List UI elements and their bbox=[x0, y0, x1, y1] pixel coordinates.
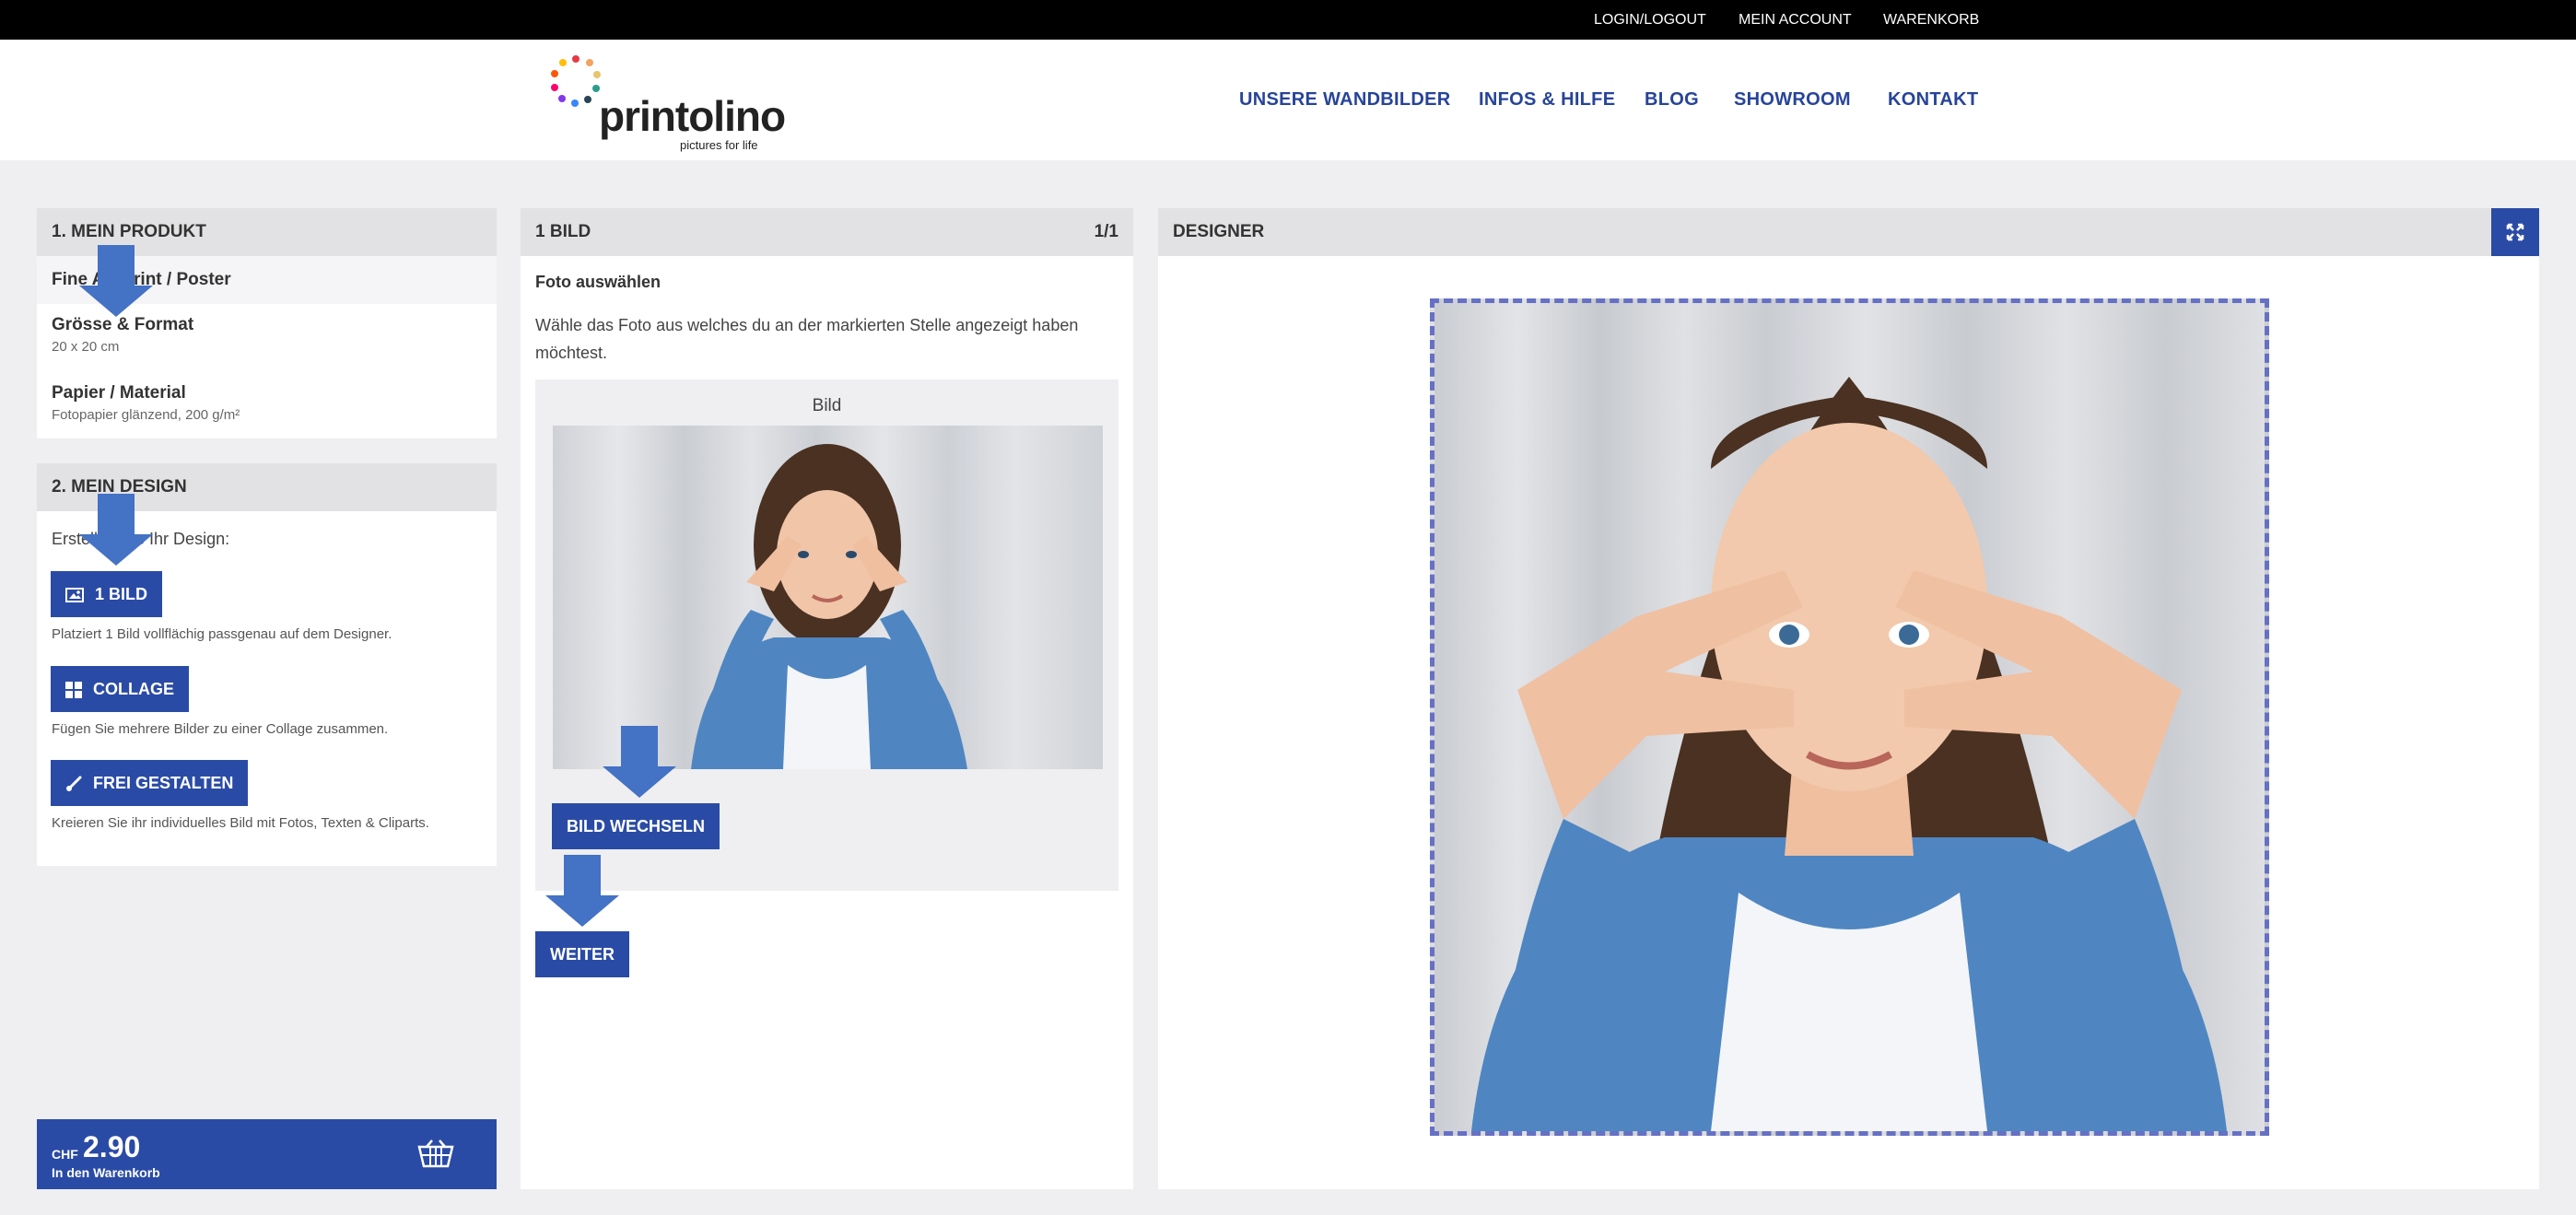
nav-item-kontakt[interactable]: KONTAKT bbox=[1888, 89, 1978, 111]
free-design-desc: Kreieren Sie ihr individuelles Bild mit … bbox=[52, 815, 429, 831]
single-image-label: 1 BILD bbox=[95, 585, 148, 603]
my-account-link[interactable]: MEIN ACCOUNT bbox=[1739, 0, 1852, 40]
free-design-label: FREI GESTALTEN bbox=[93, 774, 234, 792]
brush-icon bbox=[66, 776, 82, 792]
nav-item-showroom[interactable]: SHOWROOM bbox=[1734, 89, 1851, 111]
material-value: Fotopapier glänzend, 200 g/m² bbox=[52, 407, 240, 423]
selected-photo-thumbnail[interactable] bbox=[553, 426, 1103, 769]
image-panel: Foto auswählen Wähle das Foto aus welche… bbox=[521, 256, 1133, 1189]
expand-icon bbox=[2506, 223, 2524, 241]
designer-panel-heading: DESIGNER bbox=[1158, 208, 2539, 256]
annotation-arrow-change-image bbox=[603, 726, 676, 800]
image-icon bbox=[65, 588, 84, 603]
add-to-cart-box[interactable]: CHF 2.90 In den Warenkorb bbox=[37, 1119, 497, 1189]
annotation-arrow-design bbox=[79, 494, 153, 567]
single-image-button[interactable]: 1 BILD bbox=[51, 571, 163, 617]
image-panel-heading: 1 BILD 1/1 bbox=[521, 208, 1133, 256]
site-header: printolino pictures for life UNSERE WAND… bbox=[0, 40, 2576, 160]
image-panel-title: 1 BILD bbox=[535, 222, 591, 241]
price-value: 2.90 bbox=[83, 1130, 141, 1163]
material-label: Papier / Material bbox=[52, 383, 186, 403]
fullscreen-button[interactable] bbox=[2491, 208, 2539, 256]
nav-item-infos-hilfe[interactable]: INFOS & HILFE bbox=[1479, 89, 1615, 111]
nav-item-wandbilder[interactable]: UNSERE WANDBILDER bbox=[1239, 89, 1451, 111]
login-logout-link[interactable]: LOGIN/LOGOUT bbox=[1594, 0, 1706, 40]
annotation-arrow-next bbox=[545, 855, 619, 929]
woman-thumbnail-image bbox=[691, 444, 967, 769]
logo-tagline: pictures for life bbox=[680, 138, 758, 152]
cart-link[interactable]: WARENKORB bbox=[1883, 0, 1979, 40]
next-button[interactable]: WEITER bbox=[535, 931, 629, 977]
material-option[interactable]: Papier / Material Fotopapier glänzend, 2… bbox=[52, 383, 485, 429]
size-value: 20 x 20 cm bbox=[52, 339, 120, 355]
size-option[interactable]: Grösse & Format 20 x 20 cm bbox=[52, 315, 485, 361]
change-image-label: BILD WECHSELN bbox=[567, 817, 705, 835]
select-photo-text: Wähle das Foto aus welches du an der mar… bbox=[535, 316, 1079, 362]
top-bar: LOGIN/LOGOUT MEIN ACCOUNT WARENKORB bbox=[0, 0, 2576, 40]
price-currency: CHF bbox=[52, 1147, 78, 1162]
grid-icon bbox=[65, 682, 82, 699]
collage-desc: Fügen Sie mehrere Bilder zu einer Collag… bbox=[52, 721, 389, 737]
change-image-button[interactable]: BILD WECHSELN bbox=[552, 803, 720, 849]
single-image-desc: Platziert 1 Bild vollflächig passgenau a… bbox=[52, 626, 392, 642]
designer-photo-frame[interactable] bbox=[1430, 298, 2269, 1136]
add-to-cart-label: In den Warenkorb bbox=[52, 1165, 160, 1180]
collage-button[interactable]: COLLAGE bbox=[51, 666, 189, 712]
nav-item-blog[interactable]: BLOG bbox=[1645, 89, 1699, 111]
designer-canvas bbox=[1158, 256, 2539, 1189]
image-card: Bild BILD WECHSELN bbox=[535, 380, 1118, 891]
logo-name: printolino bbox=[599, 92, 786, 140]
free-design-button[interactable]: FREI GESTALTEN bbox=[51, 760, 249, 806]
logo[interactable]: printolino pictures for life bbox=[544, 51, 786, 152]
image-card-title: Bild bbox=[812, 396, 842, 415]
annotation-arrow-size bbox=[79, 245, 153, 319]
next-label: WEITER bbox=[550, 945, 615, 964]
woman-designer-image bbox=[1471, 377, 2227, 1131]
collage-label: COLLAGE bbox=[93, 680, 174, 698]
image-panel-pager: 1/1 bbox=[1094, 222, 1118, 241]
select-photo-title: Foto auswählen bbox=[535, 273, 662, 291]
basket-icon bbox=[417, 1139, 454, 1168]
